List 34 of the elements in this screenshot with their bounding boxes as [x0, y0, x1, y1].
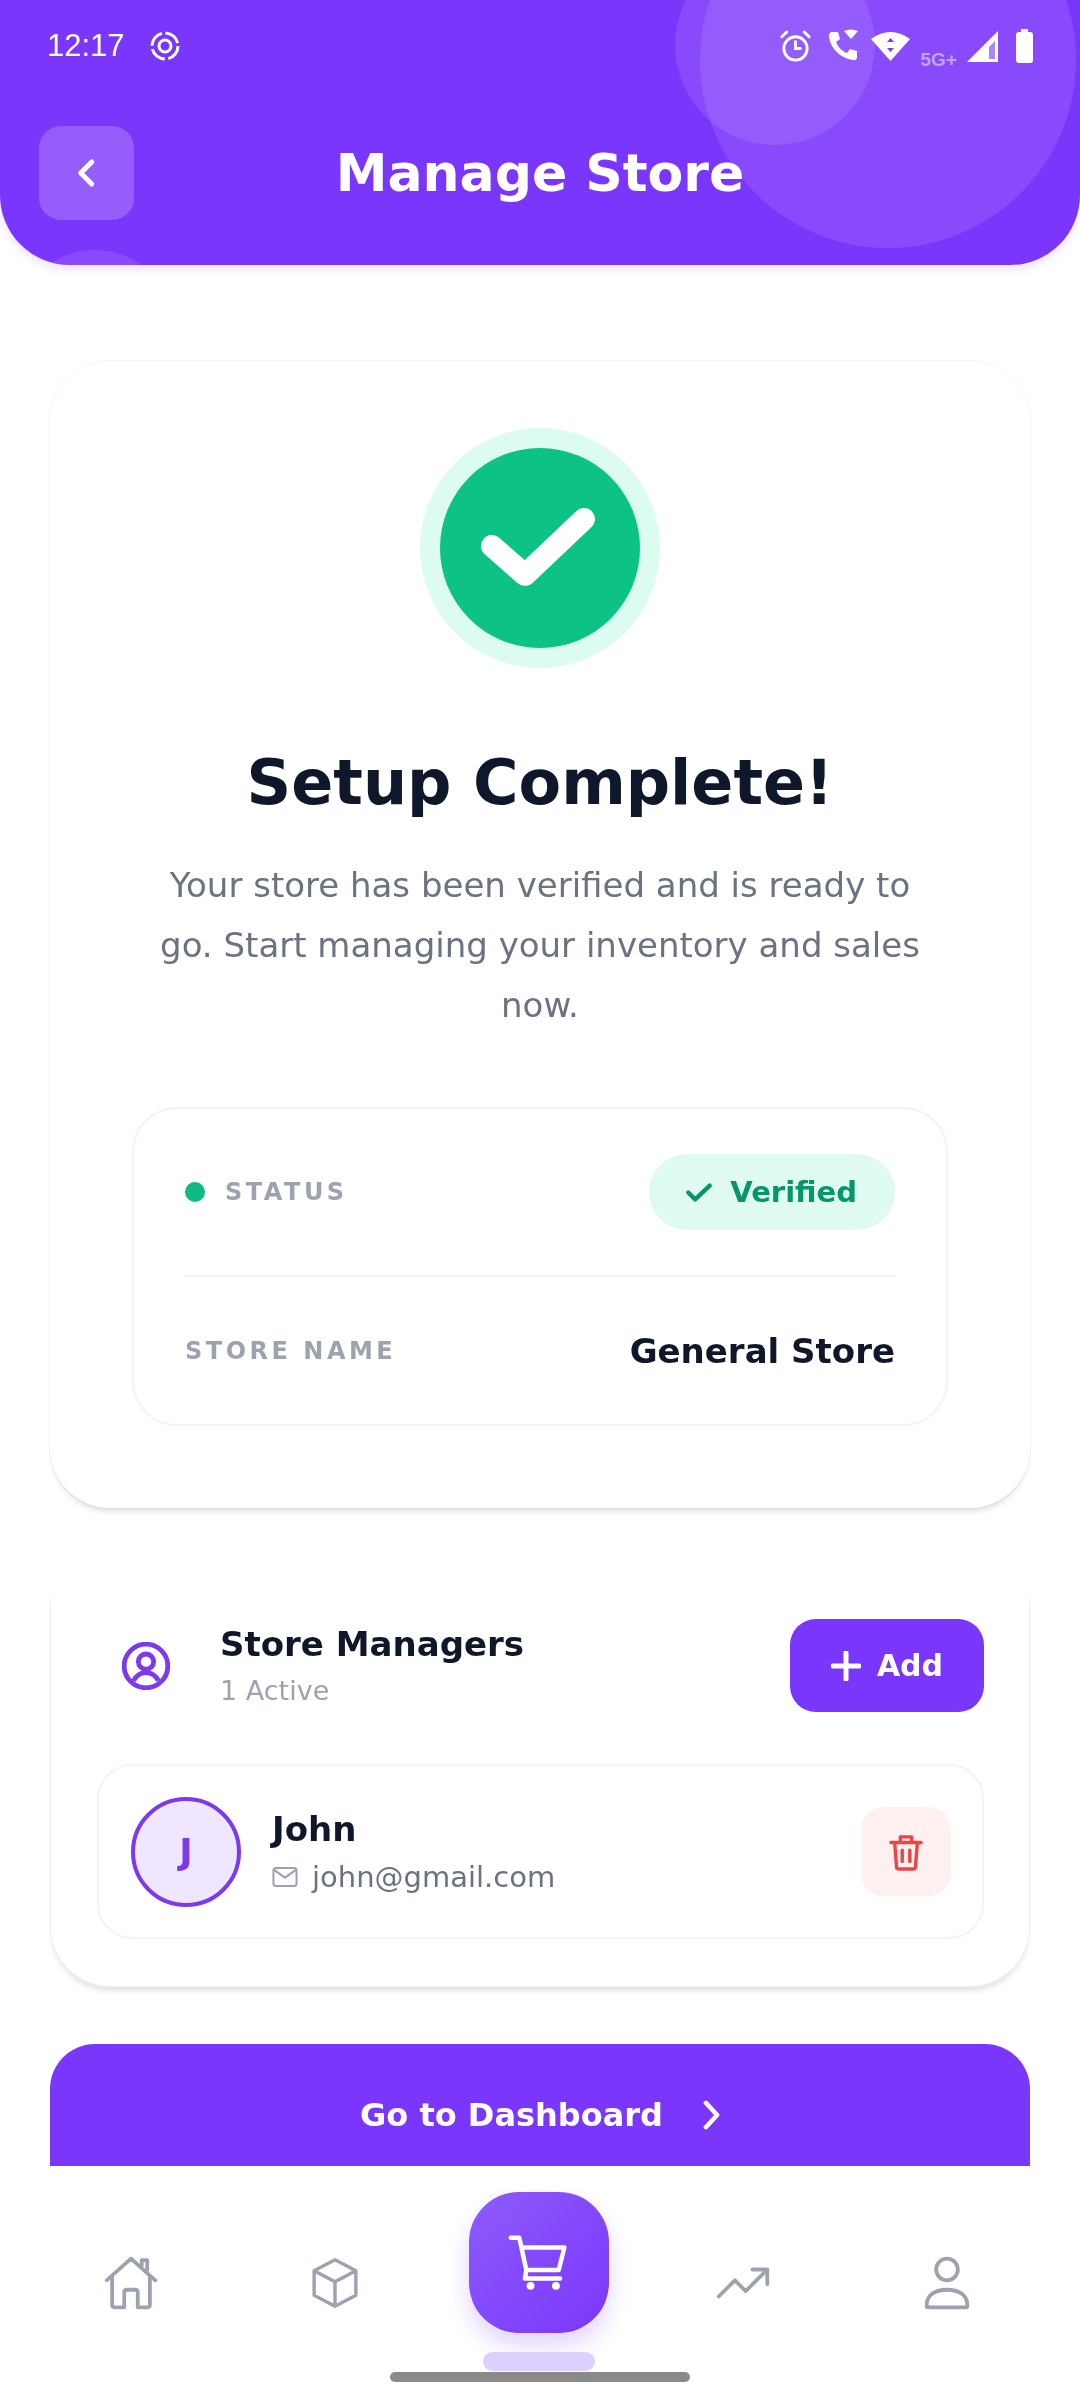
add-button[interactable]: Add — [790, 1619, 984, 1712]
status-time: 12:17 — [47, 28, 125, 64]
setup-message: Your store has been verified and is ready to go. Start managing your inventory and sales now. — [159, 864, 921, 1027]
status-dot-icon — [185, 1182, 205, 1202]
back-button[interactable] — [39, 126, 134, 220]
mail-icon — [272, 1866, 298, 1887]
status-value: Verified — [730, 1175, 857, 1209]
plus-icon — [830, 1650, 861, 1681]
trash-icon — [889, 1832, 923, 1871]
home-icon — [104, 2256, 158, 2310]
section-subtitle: 1 Active — [220, 1674, 331, 1708]
detail-label: STATUS — [225, 1178, 348, 1206]
chevron-right-icon — [703, 2100, 720, 2130]
network-label: 5G+ — [920, 49, 957, 71]
avatar: J — [131, 1796, 241, 1907]
header-title: Manage Store — [334, 141, 746, 205]
dashboard-button[interactable]: Go to Dashboard — [50, 2044, 1030, 2166]
setup-title: Setup Complete! — [246, 746, 834, 820]
delete-button[interactable] — [861, 1807, 951, 1896]
battery-icon — [1016, 29, 1033, 63]
signal-icon — [967, 30, 998, 62]
manager-name: John — [272, 1809, 358, 1850]
check-circle-icon — [420, 428, 660, 668]
detail-value: General Store — [629, 1330, 895, 1371]
wifi-icon — [869, 31, 911, 61]
manager-email: john@gmail.com — [312, 1859, 556, 1894]
alarm-clock-icon — [778, 29, 812, 63]
cart-icon — [508, 2232, 570, 2293]
check-icon — [686, 1182, 713, 1202]
nav-tab[interactable] — [469, 2192, 609, 2333]
ring-icon — [148, 30, 181, 62]
section-title: Store Managers — [220, 1623, 525, 1665]
nav-tab[interactable] — [102, 2254, 160, 2312]
detail-label: STORE NAME — [185, 1336, 397, 1365]
